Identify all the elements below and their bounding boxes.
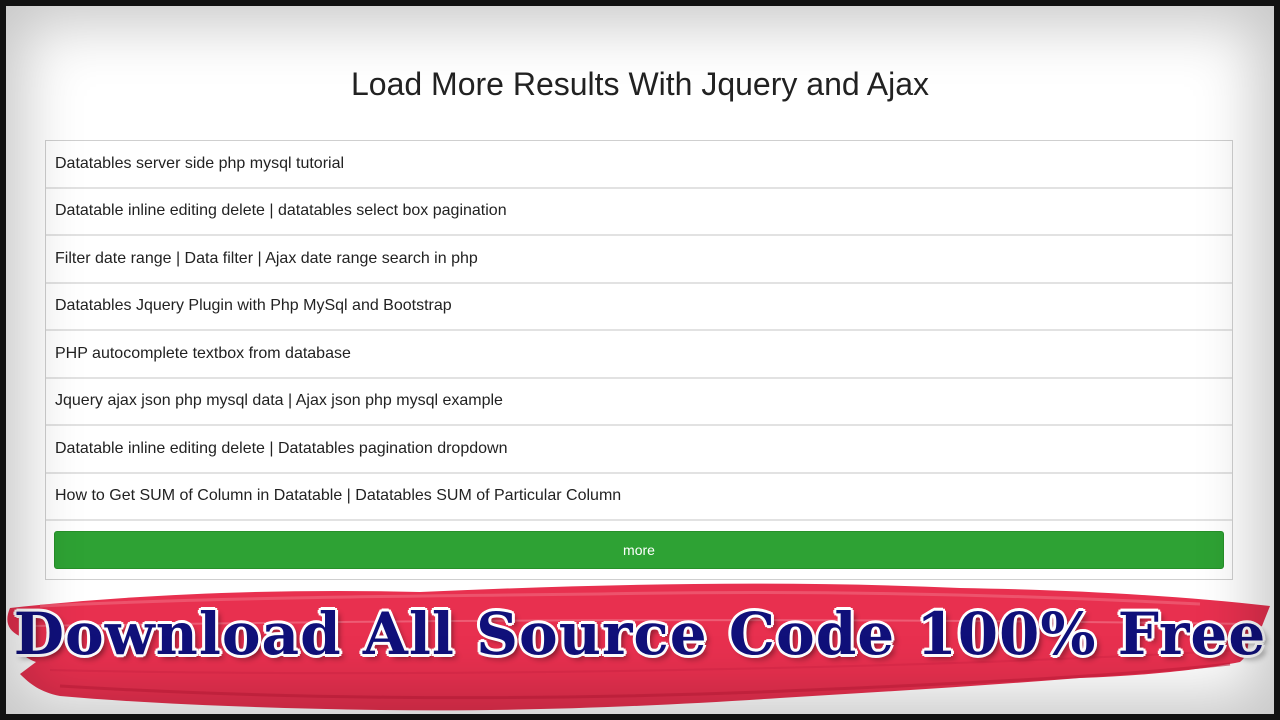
list-item[interactable]: How to Get SUM of Column in Datatable | … xyxy=(46,474,1232,521)
list-item[interactable]: Datatables Jquery Plugin with Php MySql … xyxy=(46,284,1232,331)
results-list: Datatables server side php mysql tutoria… xyxy=(45,140,1233,580)
list-item[interactable]: Datatables server side php mysql tutoria… xyxy=(46,141,1232,189)
list-item[interactable]: Datatable inline editing delete | Datata… xyxy=(46,426,1232,474)
list-item[interactable]: Jquery ajax json php mysql data | Ajax j… xyxy=(46,379,1232,426)
list-item[interactable]: Datatable inline editing delete | datata… xyxy=(46,189,1232,236)
list-item[interactable]: PHP autocomplete textbox from database xyxy=(46,331,1232,379)
list-item[interactable]: Filter date range | Data filter | Ajax d… xyxy=(46,236,1232,284)
promo-banner: Download All Source Code 100% Free xyxy=(6,566,1274,714)
more-row: more xyxy=(46,521,1232,569)
screen-frame: Load More Results With Jquery and Ajax D… xyxy=(6,6,1274,714)
page-title: Load More Results With Jquery and Ajax xyxy=(350,66,930,102)
banner-headline: Download All Source Code 100% Free xyxy=(13,599,1267,669)
more-button[interactable]: more xyxy=(54,531,1224,569)
